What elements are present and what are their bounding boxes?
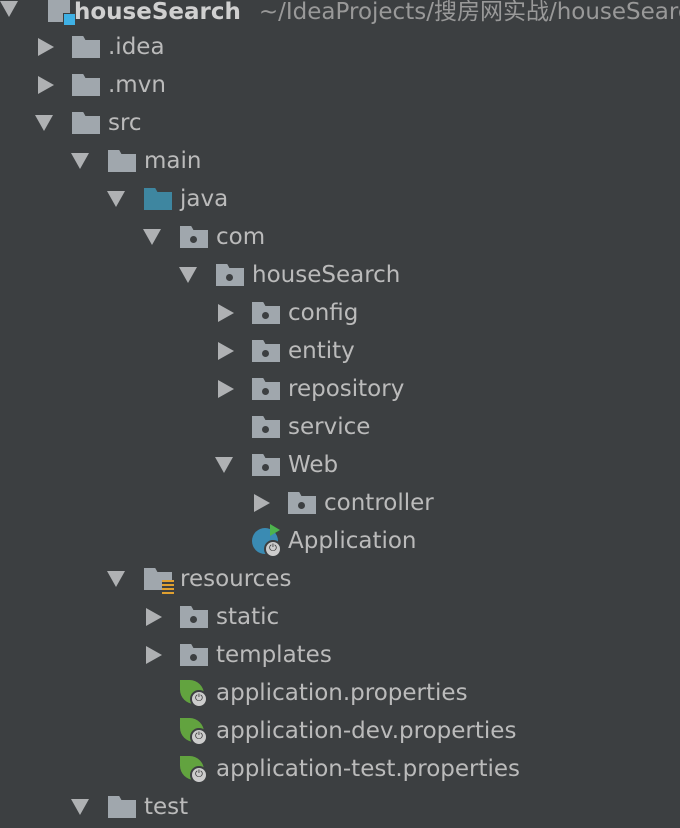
tree-row[interactable]: repository — [0, 370, 680, 408]
tree-row[interactable]: java — [0, 180, 680, 218]
expand-arrow-icon[interactable] — [146, 608, 162, 626]
collapse-arrow-icon[interactable] — [35, 115, 53, 131]
expand-arrow-icon[interactable] — [218, 304, 234, 322]
expand-arrow-icon[interactable] — [38, 76, 54, 94]
tree-item-label: .mvn — [108, 72, 166, 98]
tree-row[interactable]: .mvn — [0, 66, 680, 104]
collapse-arrow-icon[interactable] — [71, 799, 89, 815]
tree-item-label: houseSearch — [252, 262, 401, 288]
project-path: ~/IdeaProjects/搜房网实战/houseSearch — [258, 0, 680, 25]
tree-row[interactable]: com — [0, 218, 680, 256]
tree-row[interactable]: ⏻ Application — [0, 522, 680, 560]
tree-row[interactable]: resources — [0, 560, 680, 598]
tree-item-label: application-test.properties — [216, 756, 521, 782]
tree-row[interactable]: main — [0, 142, 680, 180]
tree-item-label: templates — [216, 642, 332, 668]
expand-arrow-icon[interactable] — [218, 342, 234, 360]
tree-row[interactable]: static — [0, 598, 680, 636]
expand-arrow-icon[interactable] — [146, 646, 162, 664]
expand-arrow-icon[interactable] — [0, 1, 18, 17]
tree-row[interactable]: Web — [0, 446, 680, 484]
tree-item-label: Web — [288, 452, 339, 478]
tree-item-label: controller — [324, 490, 434, 516]
tree-item-label: entity — [288, 338, 355, 364]
tree-row[interactable]: .idea — [0, 28, 680, 66]
spring-boot-application-icon: ⏻ — [252, 524, 282, 558]
project-name: houseSearch — [74, 0, 241, 25]
tree-item-label: resources — [180, 566, 292, 592]
tree-item-label: main — [144, 148, 202, 174]
tree-row[interactable]: houseSearch — [0, 256, 680, 294]
tree-item-label: test — [144, 794, 189, 820]
collapse-arrow-icon[interactable] — [179, 267, 197, 283]
tree-row[interactable]: service — [0, 408, 680, 446]
tree-row[interactable]: ⏻ application.properties — [0, 674, 680, 712]
spring-properties-icon: ⏻ — [180, 756, 208, 784]
collapse-arrow-icon[interactable] — [107, 571, 125, 587]
tree-row[interactable]: test — [0, 788, 680, 826]
project-tree: houseSearch ~/IdeaProjects/搜房网实战/houseSea… — [0, 0, 680, 826]
tree-item-label: src — [108, 110, 142, 136]
spring-properties-icon: ⏻ — [180, 718, 208, 746]
project-label: houseSearch ~/IdeaProjects/搜房网实战/houseSea… — [74, 0, 680, 26]
tree-row[interactable]: entity — [0, 332, 680, 370]
tree-row[interactable]: controller — [0, 484, 680, 522]
expand-arrow-icon[interactable] — [218, 380, 234, 398]
collapse-arrow-icon[interactable] — [107, 191, 125, 207]
tree-item-label: config — [288, 300, 359, 326]
tree-item-label: java — [180, 186, 229, 212]
tree-row[interactable]: ⏻ application-dev.properties — [0, 712, 680, 750]
tree-item-label: application-dev.properties — [216, 718, 517, 744]
expand-arrow-icon[interactable] — [254, 494, 270, 512]
tree-row[interactable]: ⏻ application-test.properties — [0, 750, 680, 788]
tree-row-project-root[interactable]: houseSearch ~/IdeaProjects/搜房网实战/houseSea… — [0, 0, 680, 28]
tree-item-label: Application — [288, 528, 417, 554]
tree-item-label: com — [216, 224, 266, 250]
tree-item-label: static — [216, 604, 280, 630]
tree-item-label: service — [288, 414, 371, 440]
expand-arrow-icon[interactable] — [38, 38, 54, 56]
collapse-arrow-icon[interactable] — [71, 153, 89, 169]
collapse-arrow-icon[interactable] — [143, 229, 161, 245]
tree-item-label: .idea — [108, 34, 165, 60]
collapse-arrow-icon[interactable] — [215, 457, 233, 473]
spring-properties-icon: ⏻ — [180, 680, 208, 708]
tree-item-label: application.properties — [216, 680, 468, 706]
tree-row[interactable]: src — [0, 104, 680, 142]
tree-row[interactable]: config — [0, 294, 680, 332]
tree-row[interactable]: templates — [0, 636, 680, 674]
tree-item-label: repository — [288, 376, 405, 402]
project-icon — [48, 0, 76, 26]
